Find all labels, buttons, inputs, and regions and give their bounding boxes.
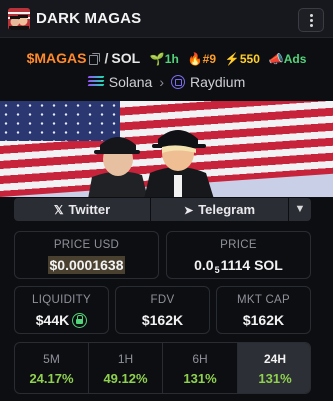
- lock-icon[interactable]: [72, 313, 88, 328]
- tab-5m[interactable]: 5M 24.17%: [15, 343, 89, 393]
- token-pair-row: $MAGAS / SOL 🌱1h 🔥#9 ⚡550 📣Ads: [0, 50, 333, 66]
- twitter-label: Twitter: [68, 202, 111, 217]
- mktcap-value: $162K: [242, 312, 285, 328]
- fdv-value: $162K: [141, 312, 184, 328]
- liquidity-value: $44K: [15, 312, 108, 328]
- lightning-icon: ⚡: [224, 52, 240, 66]
- liquidity-card: LIQUIDITY $44K: [14, 286, 109, 334]
- megaphone-icon: 📣: [268, 52, 284, 66]
- age-badge: 🌱1h: [150, 52, 179, 66]
- network-link[interactable]: Solana: [109, 74, 153, 90]
- seedling-icon: 🌱: [149, 52, 165, 66]
- price-sol-prefix: 0.0: [194, 257, 214, 273]
- change-label: 1H: [117, 352, 134, 366]
- mktcap-card: MKT CAP $162K: [216, 286, 311, 334]
- tab-6h[interactable]: 6H 131%: [163, 343, 238, 393]
- price-sol-zero-count: 5: [214, 265, 220, 275]
- boost-badge[interactable]: ⚡550: [225, 52, 260, 66]
- banner-figures: [88, 130, 214, 197]
- liquidity-text: $44K: [35, 312, 70, 328]
- kebab-menu-button[interactable]: [298, 8, 324, 32]
- chevron-right-icon: ›: [159, 74, 164, 90]
- kebab-menu-dot: [310, 24, 313, 27]
- social-links: 𝕏 Twitter ➤ Telegram ▼: [14, 198, 311, 221]
- fdv-card: FDV $162K: [115, 286, 210, 334]
- ads-badge[interactable]: 📣Ads: [269, 52, 307, 66]
- price-sol-rest: 1114 SOL: [220, 257, 283, 273]
- telegram-icon: ➤: [183, 205, 194, 217]
- telegram-button[interactable]: ➤ Telegram: [151, 198, 288, 221]
- more-links-dropdown[interactable]: ▼: [289, 198, 311, 221]
- rank-value: #9: [202, 52, 216, 66]
- pair-separator: /: [104, 50, 109, 66]
- dex-link[interactable]: Raydium: [190, 74, 245, 90]
- mktcap-label: MKT CAP: [236, 294, 290, 306]
- app-header: DARK MAGAS: [0, 0, 333, 38]
- kebab-menu-icon: [310, 14, 313, 17]
- price-usd-card: PRICE USD $0.0001638: [14, 231, 159, 279]
- token-avatar: [8, 8, 30, 30]
- fire-icon: 🔥: [187, 52, 203, 66]
- raydium-icon: [171, 75, 185, 89]
- copy-icon[interactable]: [88, 53, 100, 65]
- price-native-card: PRICE 0.051114 SOL: [166, 231, 311, 279]
- price-change-tabs: 5M 24.17% 1H 49.12% 6H 131% 24H 131%: [14, 342, 311, 394]
- x-logo-icon: 𝕏: [53, 203, 64, 217]
- tab-24h[interactable]: 24H 131%: [238, 343, 310, 393]
- change-value: 49.12%: [103, 371, 148, 386]
- quote-symbol: SOL: [111, 50, 140, 66]
- price-native-value: 0.051114 SOL: [167, 257, 310, 275]
- price-native-label: PRICE: [220, 239, 257, 251]
- change-label: 5M: [43, 352, 60, 366]
- chain-breadcrumb: Solana › Raydium: [0, 74, 333, 90]
- solana-icon: [87, 76, 105, 88]
- change-label: 24H: [263, 352, 286, 366]
- price-usd-value: $0.0001638: [15, 256, 158, 274]
- page-title: DARK MAGAS: [36, 10, 142, 27]
- fdv-label: FDV: [150, 294, 175, 306]
- token-symbol: $MAGAS: [26, 50, 87, 66]
- boost-value: 550: [239, 52, 260, 66]
- price-usd-text: $0.0001638: [47, 256, 126, 274]
- change-value: 24.17%: [29, 371, 74, 386]
- change-value: 131%: [258, 371, 292, 386]
- twitter-button[interactable]: 𝕏 Twitter: [14, 198, 150, 221]
- change-label: 6H: [192, 352, 208, 366]
- chevron-down-icon: ▼: [294, 203, 306, 215]
- kebab-menu-dot: [310, 19, 313, 22]
- liquidity-label: LIQUIDITY: [32, 294, 91, 306]
- ads-label: Ads: [283, 52, 307, 66]
- change-value: 131%: [183, 371, 217, 386]
- token-banner-image: [0, 101, 333, 197]
- age-value: 1h: [164, 52, 179, 66]
- telegram-label: Telegram: [198, 202, 256, 217]
- price-usd-label: PRICE USD: [53, 239, 120, 251]
- tab-1h[interactable]: 1H 49.12%: [89, 343, 163, 393]
- trending-badge[interactable]: 🔥#9: [188, 52, 216, 66]
